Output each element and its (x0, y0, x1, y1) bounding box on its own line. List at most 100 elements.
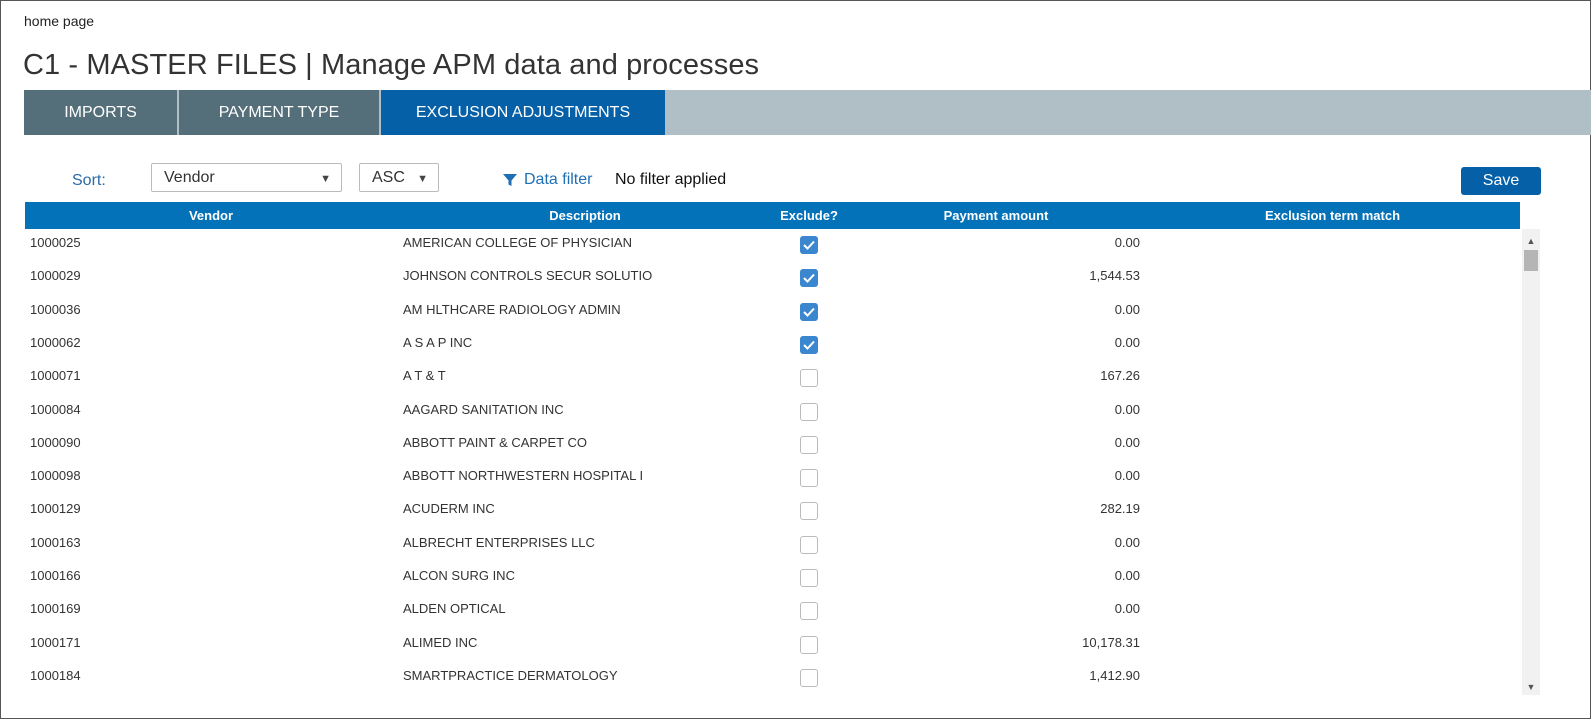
vendor-cell: 1000090 (30, 434, 81, 450)
payment-amount-cell: 0.00 (1114, 235, 1140, 250)
vendor-cell: 1000062 (30, 334, 81, 350)
page-title: C1 - MASTER FILES | Manage APM data and … (23, 49, 760, 81)
caret-down-icon: ▼ (320, 173, 331, 185)
vendor-cell: 1000166 (30, 568, 81, 583)
column-header-payment-amount[interactable]: Payment amount (855, 208, 1137, 223)
column-header-exclude[interactable]: Exclude? (763, 208, 855, 223)
table-header: Vendor Description Exclude? Payment amou… (25, 202, 1520, 229)
sort-order-select[interactable]: ASC ▼ (359, 163, 439, 192)
table-row[interactable]: 1000166 ALCON SURG INC 0.00 (25, 562, 1520, 595)
vendor-cell: 1000025 (30, 235, 81, 250)
payment-amount-cell: 0.00 (1114, 301, 1140, 317)
vendor-cell: 1000163 (30, 534, 81, 550)
payment-amount-cell: 0.00 (1114, 334, 1140, 350)
exclude-checkbox[interactable] (800, 602, 818, 621)
description-cell: A S A P INC (403, 334, 473, 350)
exclude-checkbox[interactable] (800, 469, 818, 488)
exclude-checkbox[interactable] (800, 535, 818, 554)
description-cell: ABBOTT NORTHWESTERN HOSPITAL I (403, 468, 644, 484)
checkmark-icon (803, 240, 815, 250)
tab-exclusion-adjustments[interactable]: EXCLUSION ADJUSTMENTS (381, 90, 665, 135)
table-row[interactable]: 1000025 AMERICAN COLLEGE OF PHYSICIAN 0.00 (25, 229, 1520, 262)
checkmark-icon (803, 307, 815, 317)
app-window: home page C1 - MASTER FILES | Manage APM… (0, 0, 1591, 719)
payment-amount-cell: 1,544.53 (1089, 268, 1140, 284)
payment-amount-cell: 0.00 (1114, 534, 1140, 550)
description-cell: ALBRECHT ENTERPRISES LLC (403, 534, 595, 550)
vendor-cell: 1000098 (30, 468, 81, 484)
table-body: 1000025 AMERICAN COLLEGE OF PHYSICIAN 0.00… (25, 229, 1520, 695)
table-row[interactable]: 1000071 A T & T 167.26 (25, 362, 1520, 395)
exclude-checkbox[interactable] (800, 269, 818, 288)
description-cell: SMARTPRACTICE DERMATOLOGY (403, 667, 618, 683)
table-row[interactable]: 1000084 AAGARD SANITATION INC 0.00 (25, 396, 1520, 429)
description-cell: AM HLTHCARE RADIOLOGY ADMIN (403, 301, 621, 317)
payment-amount-cell: 282.19 (1100, 501, 1140, 517)
table-row[interactable]: 1000062 A S A P INC 0.00 (25, 329, 1520, 362)
column-header-exclusion-term-match[interactable]: Exclusion term match (1145, 208, 1520, 223)
exclude-checkbox[interactable] (800, 635, 818, 654)
filter-status: No filter applied (615, 171, 727, 188)
checkmark-icon (803, 274, 815, 284)
data-filter-link[interactable]: Data filter (502, 171, 592, 189)
table-row[interactable]: 1000129 ACUDERM INC 282.19 (25, 495, 1520, 528)
scroll-up-arrow-icon[interactable]: ▲ (1522, 233, 1540, 250)
table-row[interactable]: 1000184 SMARTPRACTICE DERMATOLOGY 1,412.90 (25, 662, 1520, 695)
data-filter-label: Data filter (524, 171, 593, 188)
payment-amount-cell: 0.00 (1114, 434, 1140, 450)
payment-amount-cell: 0.00 (1114, 601, 1140, 617)
sort-label: Sort: (72, 172, 106, 189)
tab-bar: IMPORTS PAYMENT TYPE EXCLUSION ADJUSTMEN… (24, 90, 1591, 135)
table-row[interactable]: 1000171 ALIMED INC 10,178.31 (25, 629, 1520, 662)
description-cell: ALCON SURG INC (403, 568, 515, 583)
description-cell: AMERICAN COLLEGE OF PHYSICIAN (403, 235, 632, 250)
exclude-checkbox[interactable] (800, 402, 818, 421)
sort-field-select[interactable]: Vendor ▼ (151, 163, 342, 192)
vertical-scrollbar[interactable]: ▲ ▼ (1522, 229, 1540, 695)
payment-amount-cell: 0.00 (1114, 468, 1140, 484)
table-row[interactable]: 1000036 AM HLTHCARE RADIOLOGY ADMIN 0.00 (25, 296, 1520, 329)
payment-amount-cell: 0.00 (1114, 568, 1140, 583)
vendor-cell: 1000171 (30, 634, 81, 650)
table-row[interactable]: 1000098 ABBOTT NORTHWESTERN HOSPITAL I 0.0… (25, 462, 1520, 495)
table-row[interactable]: 1000029 JOHNSON CONTROLS SECUR SOLUTIO 1,5… (25, 262, 1520, 295)
description-cell: AAGARD SANITATION INC (403, 401, 564, 417)
description-cell: ABBOTT PAINT & CARPET CO (403, 434, 587, 450)
checkmark-icon (803, 340, 815, 350)
description-cell: JOHNSON CONTROLS SECUR SOLUTIO (403, 268, 653, 284)
vendor-cell: 1000084 (30, 401, 81, 417)
exclude-checkbox[interactable] (800, 502, 818, 521)
description-cell: ALDEN OPTICAL (403, 601, 506, 617)
vendor-cell: 1000129 (30, 501, 81, 517)
payment-amount-cell: 167.26 (1100, 368, 1140, 384)
table-row[interactable]: 1000090 ABBOTT PAINT & CARPET CO 0.00 (25, 429, 1520, 462)
column-header-vendor[interactable]: Vendor (25, 208, 397, 223)
exclude-checkbox[interactable] (800, 369, 818, 388)
payment-amount-cell: 1,412.90 (1089, 667, 1140, 683)
description-cell: A T & T (403, 368, 446, 384)
scroll-thumb[interactable] (1524, 250, 1538, 271)
caret-down-icon: ▼ (417, 173, 428, 185)
payment-amount-cell: 10,178.31 (1082, 634, 1140, 650)
exclude-checkbox[interactable] (800, 302, 818, 321)
exclude-checkbox[interactable] (800, 335, 818, 354)
table-row[interactable]: 1000163 ALBRECHT ENTERPRISES LLC 0.00 (25, 529, 1520, 562)
sort-order-value: ASC (372, 168, 405, 186)
description-cell: ACUDERM INC (403, 501, 495, 517)
vendor-cell: 1000184 (30, 667, 81, 683)
tab-imports[interactable]: IMPORTS (24, 90, 177, 135)
vendor-cell: 1000169 (30, 601, 81, 617)
exclude-checkbox[interactable] (800, 569, 818, 587)
description-cell: ALIMED INC (403, 634, 478, 650)
scroll-down-arrow-icon[interactable]: ▼ (1522, 679, 1540, 696)
exclude-checkbox[interactable] (800, 435, 818, 454)
vendor-cell: 1000036 (30, 301, 81, 317)
exclude-checkbox[interactable] (800, 236, 818, 254)
vendor-cell: 1000071 (30, 368, 81, 384)
breadcrumb-home[interactable]: home page (24, 13, 94, 29)
column-header-description[interactable]: Description (397, 208, 773, 223)
table-row[interactable]: 1000169 ALDEN OPTICAL 0.00 (25, 595, 1520, 628)
save-button[interactable]: Save (1461, 167, 1541, 195)
exclude-checkbox[interactable] (800, 668, 818, 687)
tab-payment-type[interactable]: PAYMENT TYPE (179, 90, 379, 135)
